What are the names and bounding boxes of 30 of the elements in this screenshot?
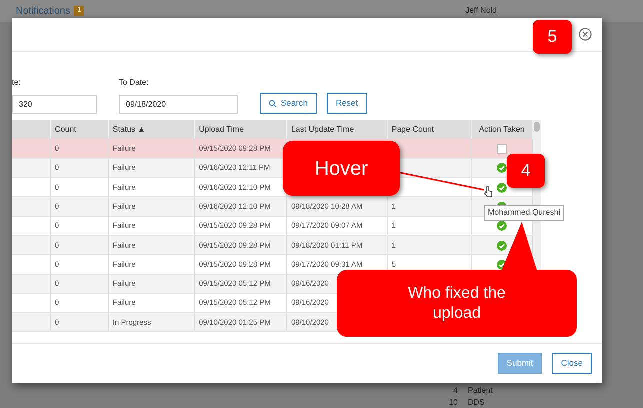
check-icon[interactable] [497, 163, 508, 174]
tooltip: Mohammed Qureshi [484, 205, 564, 221]
user-name: Jeff Nold [466, 5, 497, 17]
step-number: 5 [533, 20, 572, 54]
date-field[interactable]: 320 [12, 95, 97, 114]
row-label: Patient [468, 384, 493, 396]
reset-button[interactable]: Reset [326, 93, 368, 114]
column-header[interactable]: Action Taken [472, 120, 532, 139]
check-icon[interactable] [497, 221, 508, 232]
checkbox[interactable] [497, 144, 508, 154]
close-icon[interactable] [579, 28, 592, 41]
date-field[interactable]: 09/18/2020 [119, 95, 238, 114]
column-header[interactable]: Last Update Time [286, 120, 388, 139]
column-header[interactable]: Count [50, 120, 108, 139]
count-text: 4 [452, 384, 458, 396]
field-label: te: [12, 77, 22, 89]
search-icon [269, 100, 277, 108]
search-button[interactable]: Search [260, 93, 317, 114]
check-icon[interactable] [497, 240, 508, 251]
annotation-callout: Hover [283, 141, 400, 196]
step-number: 4 [507, 154, 545, 188]
row-label: DDS [468, 396, 485, 408]
close-button[interactable]: Close [552, 353, 592, 374]
field-label: To Date: [119, 77, 150, 89]
count-text: 10 [448, 396, 458, 408]
column-header[interactable]: Upload Time [194, 120, 287, 139]
check-icon[interactable] [497, 182, 508, 193]
column-header[interactable]: Page Count [387, 120, 472, 139]
column-header[interactable]: Status ▲ [108, 120, 195, 139]
callout-text: Who fixed the upload [407, 284, 507, 323]
